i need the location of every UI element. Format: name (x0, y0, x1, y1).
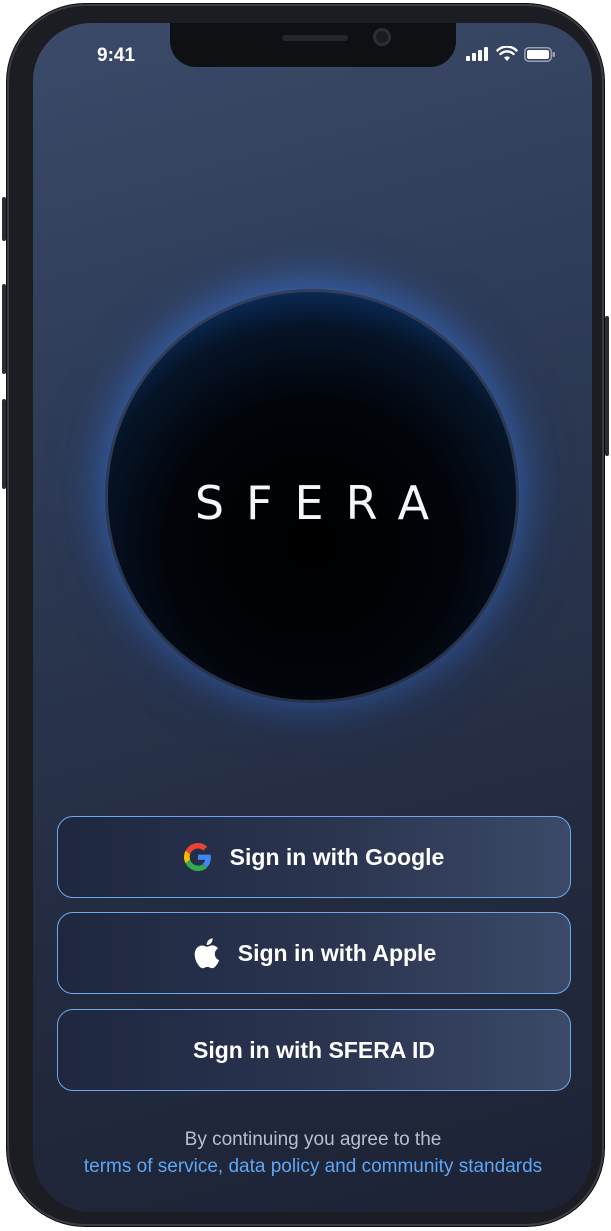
volume-down-button (2, 399, 6, 489)
volume-up-button (2, 284, 6, 374)
power-button (605, 316, 609, 456)
speaker-grille (282, 35, 348, 41)
status-icons (466, 46, 556, 62)
legal-notice: By continuing you agree to the terms of … (73, 1126, 553, 1180)
sign-in-google-button[interactable]: Sign in with Google (57, 816, 571, 898)
sign-in-apple-label: Sign in with Apple (237, 939, 437, 966)
cellular-signal-icon (466, 47, 488, 61)
wifi-icon (496, 46, 518, 61)
mute-switch (2, 197, 6, 241)
app-screen: 9:41 SFERA Sign in with Google Sign in w… (33, 23, 592, 1212)
app-logo: SFERA (194, 476, 452, 530)
sign-in-sfera-id-label: Sign in with SFERA ID (193, 1036, 435, 1063)
sign-in-apple-button[interactable]: Sign in with Apple (57, 912, 571, 994)
apple-icon (194, 938, 219, 969)
phone-frame: 9:41 SFERA Sign in with Google Sign in w… (2, 4, 609, 1226)
legal-prefix-text: By continuing you agree to the (184, 1129, 442, 1150)
status-time: 9:41 (97, 45, 136, 66)
sign-in-google-label: Sign in with Google (229, 843, 445, 870)
camera-icon (373, 28, 391, 46)
sign-in-sfera-id-button[interactable]: Sign in with SFERA ID (57, 1009, 571, 1091)
google-icon (183, 843, 211, 871)
terms-link[interactable]: terms of service, data policy and commun… (73, 1153, 553, 1180)
notch (170, 23, 456, 67)
battery-icon (524, 46, 555, 62)
